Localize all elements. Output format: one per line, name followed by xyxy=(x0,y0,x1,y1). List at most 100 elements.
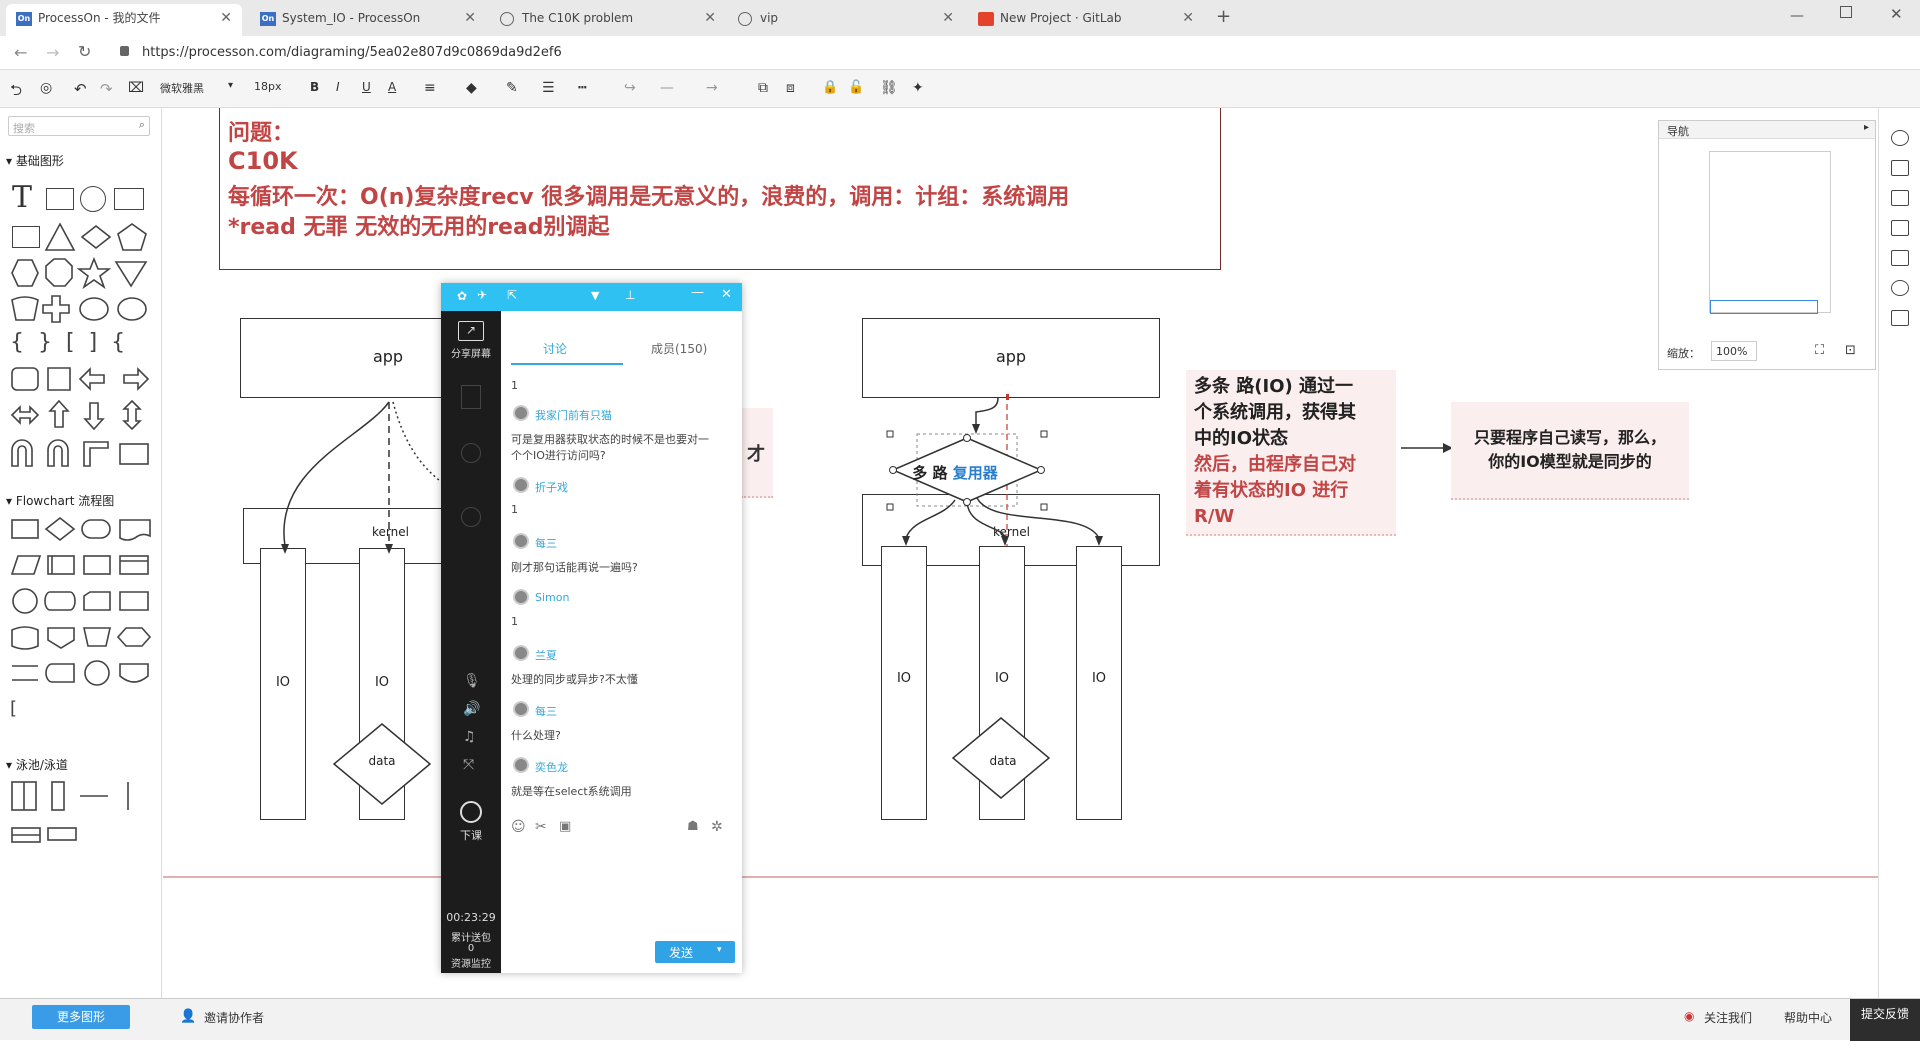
font-color-button[interactable]: A xyxy=(388,80,396,94)
close-tab-icon[interactable]: ✕ xyxy=(704,4,716,32)
minimize-window-icon[interactable]: — xyxy=(1790,8,1804,24)
underline-button[interactable]: U xyxy=(362,80,371,94)
redo-icon[interactable]: ↷ xyxy=(100,80,113,98)
line-width-icon[interactable]: ☰ xyxy=(542,80,555,96)
align-icon[interactable]: ≡ xyxy=(424,80,436,96)
text-shape[interactable]: T xyxy=(12,180,32,215)
section-basic-shapes[interactable]: ▾ 基础图形 xyxy=(6,152,64,169)
close-tab-icon[interactable]: ✕ xyxy=(464,4,476,32)
document-icon[interactable] xyxy=(1891,250,1909,266)
fit-screen-icon[interactable]: ⛶ xyxy=(1815,343,1824,358)
chat-username[interactable]: Simon xyxy=(535,591,569,604)
microphone-icon[interactable]: 🎙 xyxy=(463,673,481,689)
italic-button[interactable]: I xyxy=(336,80,340,94)
flowchart-shapes-row[interactable] xyxy=(8,656,158,690)
maximize-window-icon[interactable] xyxy=(1840,6,1852,18)
basic-shapes-row[interactable] xyxy=(8,362,158,396)
lock-shape-icon[interactable]: 🔒 xyxy=(822,80,838,95)
paint-format-icon[interactable]: ⌧ xyxy=(128,80,144,96)
gear-icon[interactable]: ✲ xyxy=(711,819,723,835)
locate-icon[interactable] xyxy=(1891,130,1909,146)
url-field[interactable]: https://processon.com/diagraming/5ea02e8… xyxy=(142,45,562,60)
connector-icon[interactable]: ↪ xyxy=(624,80,636,96)
tab-processon-files[interactable]: On ProcessOn - 我的文件 ✕ xyxy=(6,4,242,36)
viewport-indicator[interactable] xyxy=(1710,300,1818,314)
fill-color-icon[interactable]: ◆ xyxy=(466,80,477,96)
weibo-icon[interactable]: ◉ xyxy=(1684,1009,1694,1023)
close-tab-icon[interactable]: ✕ xyxy=(220,4,232,32)
close-icon[interactable]: ✕ xyxy=(721,287,732,302)
end-class-icon[interactable] xyxy=(460,801,482,823)
line-style-icon[interactable]: ┅ xyxy=(578,80,586,96)
resource-monitor-button[interactable]: 资源监控 xyxy=(441,955,501,970)
tab-system-io[interactable]: On System_IO - ProcessOn ✕ xyxy=(250,4,486,36)
font-family-select[interactable]: 微软雅黑 xyxy=(160,80,204,96)
history-icon[interactable] xyxy=(1891,280,1909,296)
sticky-note-sync[interactable]: 只要程序自己读写，那么， 你的IO模型就是同步的 xyxy=(1451,402,1689,500)
end-class-button[interactable]: 下课 xyxy=(441,827,501,843)
sticky-note-multiplexing[interactable]: 多条 路(IO) 通过一 个系统调用，获得其 中的IO状态 然后，由程序自己对 … xyxy=(1186,370,1396,536)
follow-us-link[interactable]: 关注我们 xyxy=(1704,1009,1752,1026)
new-tab-icon[interactable]: + xyxy=(1216,6,1231,27)
speaker-icon[interactable]: 🔊 xyxy=(463,701,480,717)
circle-shape[interactable] xyxy=(80,186,106,212)
chat-username[interactable]: 每三 xyxy=(535,535,557,551)
basic-shapes-row[interactable] xyxy=(8,436,158,470)
tab-discussion[interactable]: 讨论 xyxy=(543,340,567,357)
font-size-select[interactable]: 18px xyxy=(254,80,282,93)
comment-icon[interactable] xyxy=(1891,310,1909,326)
data-icon[interactable] xyxy=(1891,220,1909,236)
link-icon[interactable]: ⛓ xyxy=(880,80,898,96)
feedback-button[interactable]: 提交反馈 xyxy=(1850,999,1920,1041)
chat-username[interactable]: 奕色龙 xyxy=(535,759,568,775)
chat-username[interactable]: 兰夏 xyxy=(535,647,557,663)
page-icon[interactable] xyxy=(1891,190,1909,206)
start-arrow-icon[interactable]: — xyxy=(660,80,674,96)
more-shapes-button[interactable]: 更多图形 xyxy=(32,1005,130,1029)
diagram-canvas[interactable]: —————————————— 问题： C10K 每循环一次：O(n)复杂度rec… xyxy=(163,108,1920,998)
navigator-preview[interactable] xyxy=(1709,151,1831,314)
tab-members[interactable]: 成员(150) xyxy=(651,340,707,357)
rect-shape[interactable] xyxy=(46,188,74,210)
tab-c10k[interactable]: The C10K problem ✕ xyxy=(490,4,726,36)
chevron-down-icon[interactable]: ▾ xyxy=(717,945,722,955)
format-brush-icon[interactable]: ◎ xyxy=(40,80,52,96)
shape-search-input[interactable]: 搜索 ⌕ xyxy=(8,116,150,136)
expand-icon[interactable]: ⤧ xyxy=(463,757,474,773)
rect-shape[interactable] xyxy=(12,226,40,248)
minimize-icon[interactable]: — xyxy=(691,285,704,300)
tab-gitlab[interactable]: New Project · GitLab ✕ xyxy=(968,4,1204,36)
style-icon[interactable] xyxy=(1891,160,1909,176)
basic-shapes-row[interactable] xyxy=(8,398,158,432)
basic-shapes-row[interactable] xyxy=(44,220,154,254)
bracket-shapes[interactable]: {}[]{ xyxy=(10,330,139,355)
flowchart-shapes-row[interactable] xyxy=(8,620,158,654)
flowchart-shapes-row[interactable] xyxy=(8,584,158,618)
swimlane-shapes[interactable] xyxy=(8,778,158,858)
bring-front-icon[interactable]: ⧉ xyxy=(758,80,768,96)
whiteboard-icon[interactable] xyxy=(461,385,481,409)
magic-wand-icon[interactable]: ✦ xyxy=(912,80,924,96)
chevron-down-icon[interactable]: ▼ xyxy=(591,289,599,302)
scissors-icon[interactable]: ✂ xyxy=(535,819,547,835)
send-back-icon[interactable]: ⧈ xyxy=(786,80,795,96)
chat-username[interactable]: 折子戏 xyxy=(535,479,568,495)
end-arrow-icon[interactable]: → xyxy=(706,80,718,96)
back-arrow-icon[interactable]: ⮌ xyxy=(10,80,22,105)
basic-shapes-row[interactable] xyxy=(8,256,158,290)
basic-shapes-row[interactable] xyxy=(8,292,158,326)
share-icon[interactable]: ⇱ xyxy=(507,288,517,302)
music-icon[interactable]: ♫ xyxy=(463,729,476,745)
section-swimlane[interactable]: ▾ 泳池/泳道 xyxy=(6,756,68,773)
image-icon[interactable]: ▣ xyxy=(559,819,571,834)
reload-icon[interactable]: ↻ xyxy=(78,42,91,61)
emoji-icon[interactable]: ☺ xyxy=(511,819,526,835)
bracket-shape[interactable]: [ xyxy=(10,698,17,719)
zoom-input[interactable]: 100% xyxy=(1711,341,1757,361)
search-icon[interactable]: ⌕ xyxy=(139,118,145,132)
flowchart-shapes-row[interactable] xyxy=(8,548,158,582)
bold-button[interactable]: B xyxy=(310,80,319,94)
users-icon[interactable]: ☗ xyxy=(687,819,699,834)
chat-username[interactable]: 我家门前有只猫 xyxy=(535,407,612,423)
chat-username[interactable]: 每三 xyxy=(535,703,557,719)
